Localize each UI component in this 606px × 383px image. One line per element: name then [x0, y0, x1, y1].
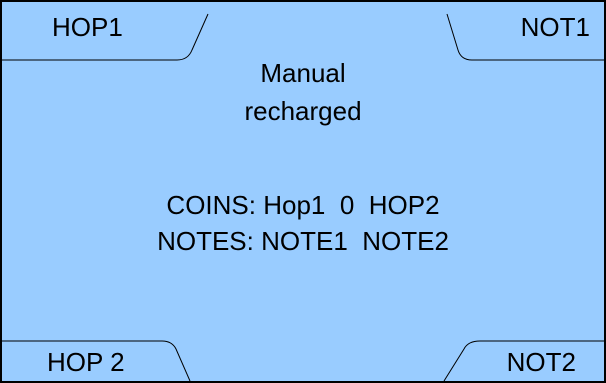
not2-button[interactable]: NOT2 [434, 323, 604, 381]
notes-row: NOTES: NOTE1 NOTE2 [2, 225, 604, 257]
notes-label: NOTES: [157, 226, 254, 256]
status-text-line2: recharged [244, 96, 362, 126]
hop1-button[interactable]: HOP1 [2, 2, 207, 60]
hop2-button-label: HOP 2 [47, 347, 125, 377]
coins-hop2: HOP2 [368, 190, 440, 220]
coins-row: COINS: Hop1 0 HOP2 [2, 189, 604, 221]
coins-label: COINS: [166, 190, 256, 220]
status-text-line1: Manual [260, 58, 346, 88]
coins-value: 0 [339, 190, 355, 220]
not2-button-label: NOT2 [506, 347, 576, 377]
notes-note2: NOTE2 [362, 226, 449, 256]
hop1-button-label: HOP1 [52, 12, 123, 42]
coins-hop1: Hop1 [263, 190, 326, 220]
notes-note1: NOTE1 [261, 226, 348, 256]
not1-button[interactable]: NOT1 [444, 2, 604, 60]
display-screen: HOP1 NOT1 HOP 2 NOT2 Manual recharged CO… [0, 0, 606, 383]
hop2-button[interactable]: HOP 2 [2, 323, 192, 381]
not1-button-label: NOT1 [520, 12, 590, 42]
